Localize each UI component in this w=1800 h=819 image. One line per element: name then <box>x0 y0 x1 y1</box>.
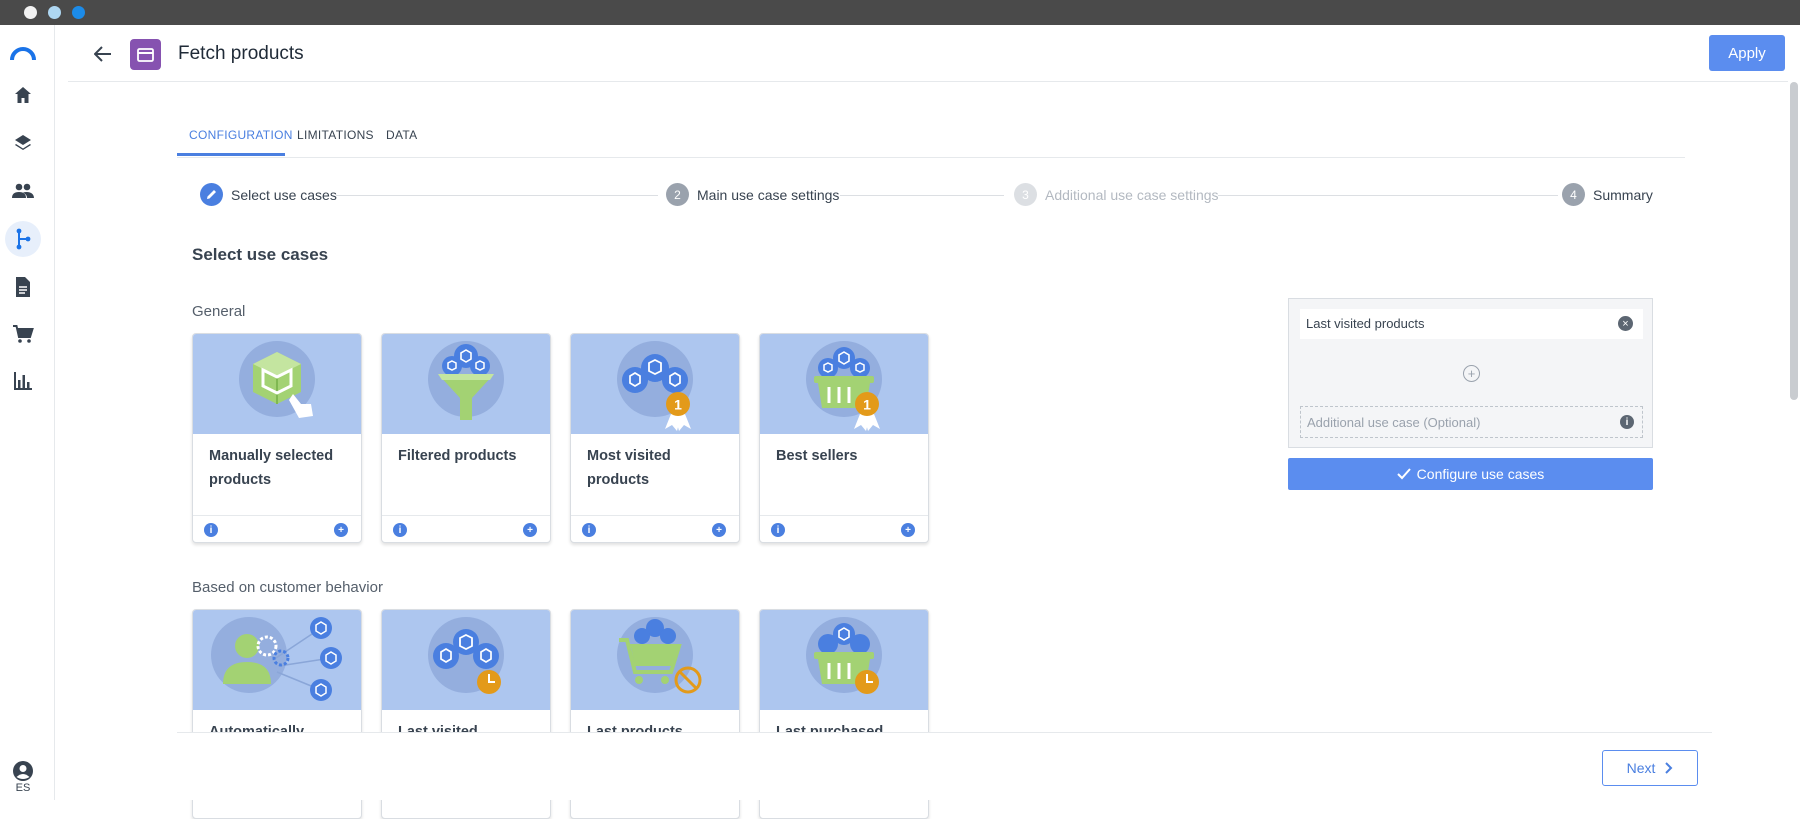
cart-forbidden-icon <box>619 619 702 694</box>
additional-use-case-slot[interactable]: Additional use case (Optional) i <box>1300 406 1643 438</box>
brand-logo-icon[interactable] <box>10 40 36 66</box>
configure-use-cases-button[interactable]: Configure use cases <box>1288 458 1653 490</box>
page-header: Fetch products Apply <box>68 25 1788 82</box>
tab-limitations[interactable]: LIMITATIONS <box>297 128 374 142</box>
card-label: Manually selected products <box>209 448 334 488</box>
window-maximize-dot[interactable] <box>72 6 85 19</box>
tab-data[interactable]: DATA <box>386 128 417 142</box>
use-case-card[interactable]: Manually selected products i + <box>192 333 362 543</box>
info-icon[interactable]: i <box>1620 415 1634 429</box>
node-type-icon <box>130 39 161 70</box>
card-footer: i + <box>382 515 550 542</box>
card-label: Filtered products <box>398 448 517 464</box>
cube-hand-icon <box>253 352 313 418</box>
step-label: Main use case settings <box>697 186 840 203</box>
apply-button[interactable]: Apply <box>1709 35 1785 71</box>
back-arrow-icon[interactable] <box>90 41 116 67</box>
card-illustration: 1 <box>571 334 739 434</box>
add-icon[interactable]: + <box>334 523 348 537</box>
step-connector <box>840 195 1004 196</box>
selected-use-case-label: Last visited products <box>1306 316 1425 331</box>
remove-icon[interactable]: × <box>1618 316 1633 331</box>
card-illustration <box>760 610 928 710</box>
info-icon[interactable]: i <box>393 523 407 537</box>
card-label: Best sellers <box>776 448 858 464</box>
group-label: General <box>192 303 246 320</box>
step-number: 2 <box>666 183 689 206</box>
card-illustration <box>382 334 550 434</box>
card-footer: i + <box>193 515 361 542</box>
window-close-dot[interactable] <box>24 6 37 19</box>
use-case-card[interactable]: Filtered products i + <box>381 333 551 543</box>
window-titlebar <box>0 0 1800 25</box>
tab-configuration[interactable]: CONFIGURATION <box>189 128 293 142</box>
svg-text:1: 1 <box>863 397 871 413</box>
step-additional-use-case-settings: 3 Additional use case settings <box>1014 183 1219 206</box>
additional-use-case-placeholder: Additional use case (Optional) <box>1307 415 1481 430</box>
sidebar: ES <box>0 25 55 800</box>
people-icon[interactable] <box>10 178 36 204</box>
info-icon[interactable]: i <box>582 523 596 537</box>
home-icon[interactable] <box>10 82 36 108</box>
analytics-icon[interactable] <box>10 368 36 394</box>
step-label: Summary <box>1593 186 1653 203</box>
scrollbar-thumb[interactable] <box>1790 82 1798 400</box>
info-icon[interactable]: i <box>771 523 785 537</box>
layers-icon[interactable] <box>10 130 36 156</box>
document-icon[interactable] <box>10 274 36 300</box>
card-illustration <box>382 610 550 710</box>
use-case-card[interactable]: 1 Best sellers i + <box>759 333 929 543</box>
selected-use-case-chip[interactable]: Last visited products × <box>1300 309 1643 339</box>
workflow-icon[interactable] <box>5 221 41 257</box>
step-summary[interactable]: 4 Summary <box>1562 183 1653 206</box>
configure-label: Configure use cases <box>1416 466 1545 482</box>
step-main-use-case-settings[interactable]: 2 Main use case settings <box>666 183 839 206</box>
cart-icon[interactable] <box>10 321 36 347</box>
funnel-cubes-icon <box>438 344 494 420</box>
stepper: Select use cases 2 Main use case setting… <box>200 183 1660 207</box>
active-tab-indicator <box>177 153 285 156</box>
page-title: Fetch products <box>178 43 304 64</box>
card-illustration <box>571 610 739 710</box>
footer-bar <box>177 732 1712 800</box>
step-connector <box>1218 195 1558 196</box>
step-number: 4 <box>1562 183 1585 206</box>
person-network-icon <box>223 617 342 701</box>
card-footer: i + <box>760 515 928 542</box>
cubes-medal-icon: 1 <box>622 354 691 431</box>
basket-clock-icon <box>814 623 879 694</box>
card-illustration <box>193 334 361 434</box>
selected-use-cases-panel: Last visited products × + Additional use… <box>1288 298 1653 448</box>
add-icon[interactable]: + <box>712 523 726 537</box>
add-circle-icon[interactable]: + <box>1463 365 1480 382</box>
group-label: Based on customer behavior <box>192 579 383 596</box>
step-connector <box>336 195 658 196</box>
info-icon[interactable]: i <box>204 523 218 537</box>
step-select-use-cases[interactable]: Select use cases <box>200 183 337 206</box>
svg-text:1: 1 <box>674 397 682 413</box>
step-number: 3 <box>1014 183 1037 206</box>
card-footer: i + <box>571 515 739 542</box>
add-icon[interactable]: + <box>901 523 915 537</box>
card-illustration <box>193 610 361 710</box>
section-title: Select use cases <box>192 245 329 264</box>
user-account-icon[interactable] <box>10 758 36 784</box>
pencil-icon <box>200 183 223 206</box>
chevron-right-icon <box>1665 762 1673 774</box>
check-icon <box>1396 468 1411 480</box>
basket-medal-icon: 1 <box>814 347 880 431</box>
next-label: Next <box>1626 760 1656 776</box>
step-label: Additional use case settings <box>1045 186 1219 203</box>
cubes-clock-icon <box>433 629 501 694</box>
card-label: Most visited products <box>587 448 671 488</box>
use-case-card[interactable]: 1 Most visited products i + <box>570 333 740 543</box>
tab-bar: CONFIGURATION LIMITATIONS DATA <box>177 118 1685 158</box>
step-label: Select use cases <box>231 186 337 203</box>
language-label[interactable]: ES <box>0 782 46 794</box>
card-illustration: 1 <box>760 334 928 434</box>
next-button[interactable]: Next <box>1602 750 1698 786</box>
window-minimize-dot[interactable] <box>48 6 61 19</box>
add-icon[interactable]: + <box>523 523 537 537</box>
